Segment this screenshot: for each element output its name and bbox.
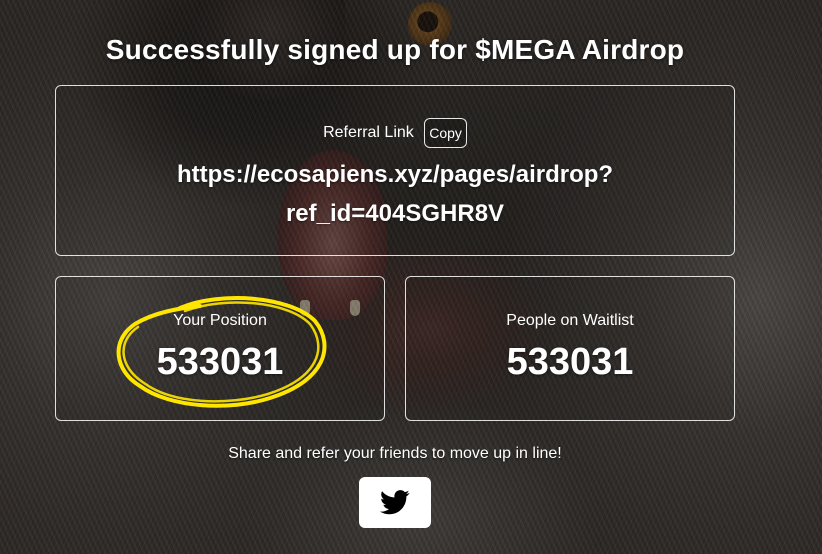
referral-label: Referral Link: [323, 124, 414, 141]
your-position-value: 533031: [156, 341, 284, 383]
referral-panel: Referral Link Copy https://ecosapiens.xy…: [55, 85, 735, 256]
page-title: Successfully signed up for $MEGA Airdrop: [105, 34, 685, 65]
your-position-panel: Your Position 533031: [55, 276, 385, 421]
share-prompt: Share and refer your friends to move up …: [228, 445, 562, 462]
referral-link[interactable]: https://ecosapiens.xyz/pages/airdrop? re…: [96, 155, 694, 233]
twitter-share-button[interactable]: [359, 477, 431, 528]
your-position-label: Your Position: [173, 312, 267, 329]
waitlist-panel: People on Waitlist 533031: [405, 276, 735, 421]
waitlist-label: People on Waitlist: [506, 312, 634, 329]
referral-header: Referral Link Copy: [56, 118, 734, 148]
twitter-bird-icon: [380, 490, 410, 515]
waitlist-value: 533031: [506, 341, 634, 383]
referral-link-line-1: https://ecosapiens.xyz/pages/airdrop?: [176, 161, 614, 188]
copy-button[interactable]: Copy: [424, 118, 467, 148]
referral-link-line-2: ref_id=404SGHR8V: [285, 200, 505, 227]
